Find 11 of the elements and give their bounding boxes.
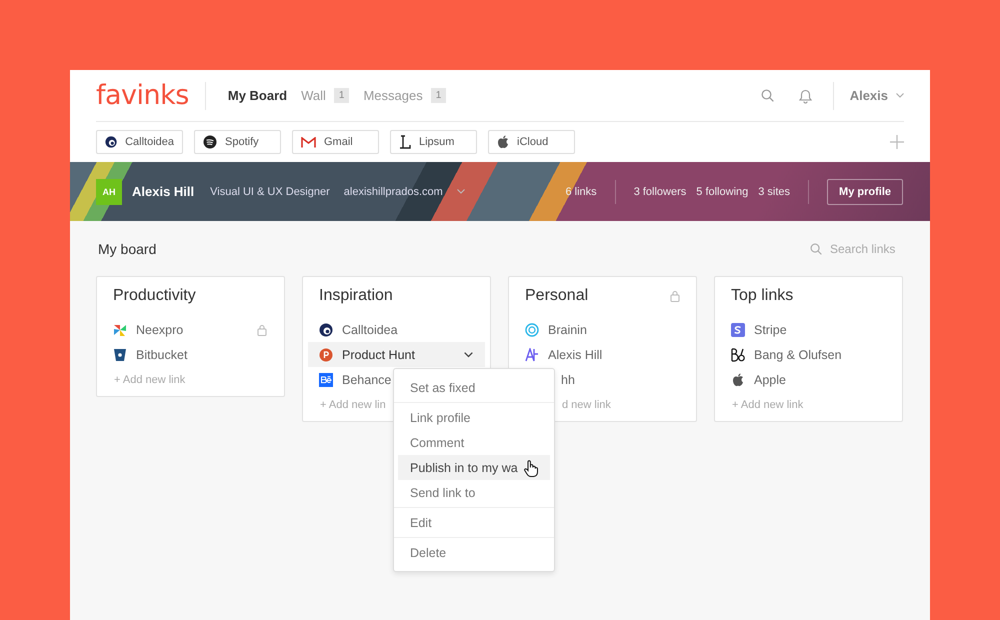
card-title: Inspiration [319, 287, 393, 305]
count-badge: 1 [430, 88, 446, 103]
board-title: My board [98, 241, 156, 257]
avatar: AH [96, 178, 122, 204]
profile-name: Alexis Hill [132, 184, 194, 199]
links-count: 6 links [566, 186, 597, 198]
card-title: Personal [525, 287, 588, 305]
profile-role: Visual UI & UX Designer [210, 186, 330, 198]
card-title: Top links [731, 287, 794, 305]
count-badge: 1 [334, 88, 350, 103]
card-title: Productivity [113, 287, 196, 305]
